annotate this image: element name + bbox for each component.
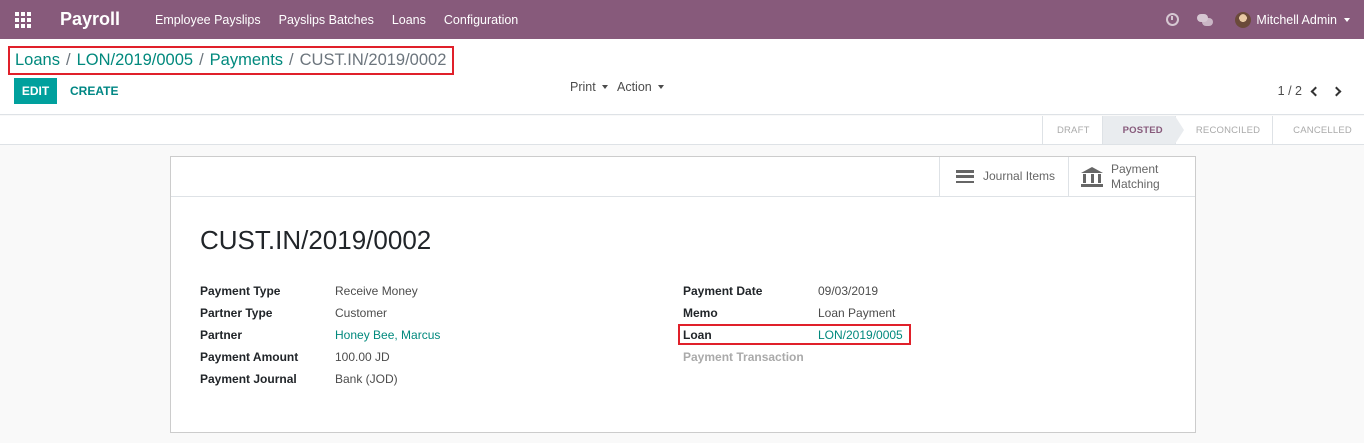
field-label: Partner Type [200,306,273,320]
edit-button[interactable]: EDIT [14,78,57,104]
list-icon [956,170,974,183]
breadcrumb-loans[interactable]: Loans [15,51,60,70]
bank-icon [1081,166,1103,187]
field-value: Bank (JOD) [335,372,398,386]
loan-link[interactable]: LON/2019/0005 [818,328,903,342]
field-value: Loan Payment [818,306,896,320]
navbar-systray: Mitchell Admin [1166,0,1364,39]
form-statusbar: DRAFT POSTED RECONCILED CANCELLED [0,116,1364,145]
journal-items-label: Journal Items [983,169,1056,183]
field-value: 09/03/2019 [818,284,879,298]
caret-down-icon [601,85,608,89]
field-payment-type: Payment Type Receive Money [200,283,418,299]
menu-employee-payslips[interactable]: Employee Payslips [155,13,261,27]
breadcrumb-current: CUST.IN/2019/0002 [299,51,447,69]
status-reconciled[interactable]: RECONCILED [1174,116,1272,144]
field-value: 100.00 JD [335,350,390,364]
status-posted[interactable]: POSTED [1101,116,1185,144]
field-partner-type: Partner Type Customer [200,305,387,321]
menu-configuration[interactable]: Configuration [444,13,518,27]
field-label: Payment Type [200,284,281,298]
payment-matching-label-line1: Payment [1111,161,1159,176]
apps-menu-icon[interactable] [0,0,46,39]
field-payment-amount: Payment Amount 100.00 JD [200,349,390,365]
field-memo: Memo Loan Payment [683,305,895,321]
status-steps: DRAFT POSTED RECONCILED CANCELLED [1041,116,1364,144]
main-menu: Employee Payslips Payslips Batches Loans… [155,13,536,27]
field-value: Receive Money [335,284,418,298]
journal-items-button[interactable]: Journal Items [939,157,1068,196]
payment-matching-label: Payment Matching [1111,162,1160,192]
menu-loans[interactable]: Loans [392,13,426,27]
breadcrumb: Loans / LON/2019/0005 / Payments / CUST.… [8,46,454,75]
field-label: Partner [200,328,243,342]
field-payment-transaction: Payment Transaction [683,349,818,365]
top-navbar: Payroll Employee Payslips Payslips Batch… [0,0,1364,39]
status-draft[interactable]: DRAFT [1041,116,1102,144]
app-title[interactable]: Payroll [60,9,120,30]
breadcrumb-payments[interactable]: Payments [210,51,283,70]
caret-down-icon [657,85,664,89]
breadcrumb-separator: / [65,51,71,69]
field-payment-date: Payment Date 09/03/2019 [683,283,878,299]
field-label: Loan [683,328,712,342]
print-dropdown[interactable]: Print [570,80,608,94]
breadcrumb-separator: / [199,51,204,69]
action-dropdown[interactable]: Action [617,80,664,94]
breadcrumb-separator: / [289,51,294,69]
create-button[interactable]: CREATE [70,84,118,98]
payment-matching-button[interactable]: Payment Matching [1068,157,1195,196]
clock-icon[interactable] [1166,13,1180,26]
chevron-down-icon[interactable] [1344,17,1350,22]
field-partner: Partner Honey Bee, Marcus [200,327,440,343]
action-label: Action [617,80,652,94]
field-value: Customer [335,306,388,320]
record-title: CUST.IN/2019/0002 [200,225,432,255]
breadcrumb-loan-record[interactable]: LON/2019/0005 [77,51,194,70]
print-label: Print [570,80,596,94]
pager-previous-button[interactable] [1304,83,1324,99]
pager-value[interactable]: 1 / 2 [1278,84,1302,98]
chevron-right-icon [1331,86,1342,96]
user-menu[interactable]: Mitchell Admin [1256,13,1337,27]
pager-next-button[interactable] [1328,83,1348,99]
field-label: Memo [683,306,718,320]
field-label: Payment Amount [200,350,299,364]
field-label: Payment Transaction [683,350,804,364]
avatar[interactable] [1235,11,1252,28]
status-cancelled[interactable]: CANCELLED [1272,116,1364,144]
partner-link[interactable]: Honey Bee, Marcus [335,328,440,342]
field-label: Payment Journal [200,372,297,386]
menu-payslips-batches[interactable]: Payslips Batches [279,13,374,27]
field-loan: Loan LON/2019/0005 [683,327,903,343]
chevron-left-icon [1310,86,1321,96]
field-label: Payment Date [683,284,763,298]
chat-icon[interactable] [1197,13,1214,26]
payment-matching-label-line2: Matching [1111,176,1160,191]
smart-button-box: Journal Items Payment Matching [171,157,1195,197]
control-panel: Loans / LON/2019/0005 / Payments / CUST.… [0,39,1364,115]
field-payment-journal: Payment Journal Bank (JOD) [200,371,398,387]
